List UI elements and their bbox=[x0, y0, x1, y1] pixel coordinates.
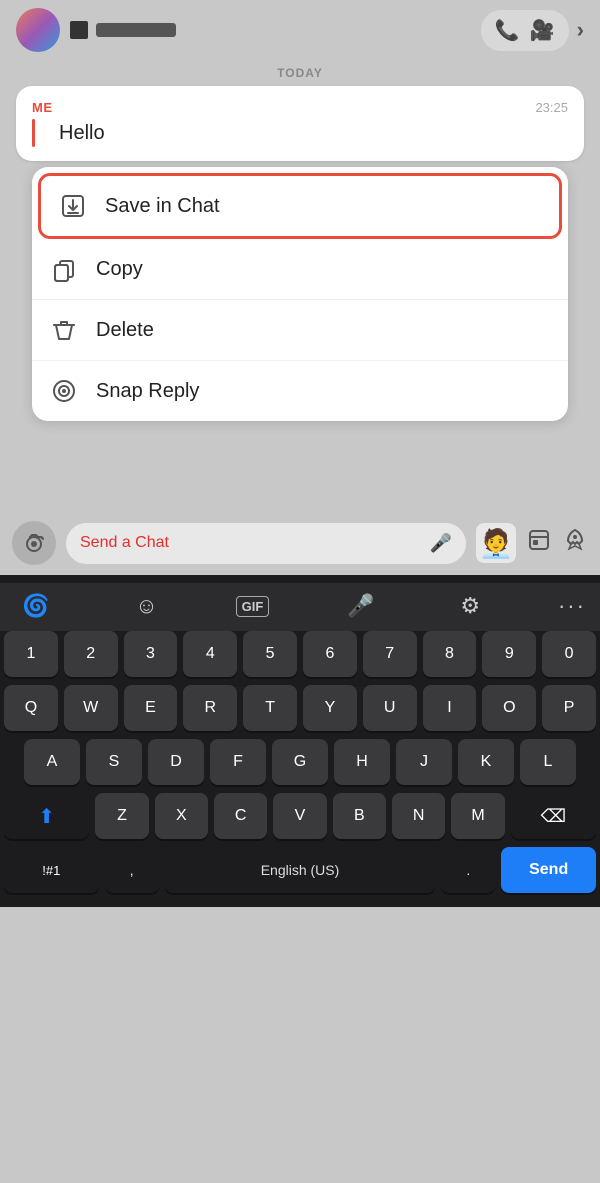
avatar[interactable] bbox=[16, 8, 60, 52]
key-x[interactable]: X bbox=[155, 793, 208, 839]
camera-button[interactable] bbox=[12, 521, 56, 565]
copy-label: Copy bbox=[96, 258, 143, 281]
name-block bbox=[70, 21, 176, 39]
zxcv-row: ⬆ Z X C V B N M ⌫ bbox=[4, 793, 596, 839]
message-text: Hello bbox=[47, 122, 105, 145]
emoji-sticker-icon[interactable]: 🌀 bbox=[14, 589, 57, 623]
key-a[interactable]: A bbox=[24, 739, 80, 785]
key-v[interactable]: V bbox=[273, 793, 326, 839]
mic-icon[interactable]: 🎤 bbox=[430, 533, 452, 554]
key-k[interactable]: K bbox=[458, 739, 514, 785]
message-text-wrapper: Hello bbox=[32, 119, 568, 147]
rocket-icon[interactable] bbox=[562, 527, 588, 559]
key-2[interactable]: 2 bbox=[64, 631, 118, 677]
save-in-chat-label: Save in Chat bbox=[105, 195, 220, 218]
name-bar bbox=[96, 23, 176, 37]
context-item-delete[interactable]: Delete bbox=[32, 300, 568, 361]
key-h[interactable]: H bbox=[334, 739, 390, 785]
key-m[interactable]: M bbox=[451, 793, 504, 839]
key-n[interactable]: N bbox=[392, 793, 445, 839]
key-0[interactable]: 0 bbox=[542, 631, 596, 677]
snap-reply-label: Snap Reply bbox=[96, 380, 199, 403]
red-bar-indicator bbox=[32, 119, 35, 147]
top-bar-right: 📞 🎥 › bbox=[481, 10, 584, 51]
delete-label: Delete bbox=[96, 319, 154, 342]
key-g[interactable]: G bbox=[272, 739, 328, 785]
chevron-right-icon[interactable]: › bbox=[577, 17, 584, 43]
top-bar-left bbox=[16, 8, 176, 52]
message-sender: ME bbox=[32, 100, 53, 115]
emoji-icon[interactable]: ☺ bbox=[127, 589, 165, 623]
context-item-save-in-chat[interactable]: Save in Chat bbox=[38, 173, 562, 239]
key-j[interactable]: J bbox=[396, 739, 452, 785]
delete-icon bbox=[50, 316, 78, 344]
snap-card-icon[interactable] bbox=[526, 527, 552, 559]
context-item-snap-reply[interactable]: Snap Reply bbox=[32, 361, 568, 421]
save-in-chat-icon bbox=[59, 192, 87, 220]
asdf-row: A S D F G H J K L bbox=[4, 739, 596, 785]
name-square bbox=[70, 21, 88, 39]
keyboard-toolbar: 🌀 ☺ GIF 🎤 ⚙ ··· bbox=[0, 583, 600, 631]
key-8[interactable]: 8 bbox=[423, 631, 477, 677]
key-3[interactable]: 3 bbox=[124, 631, 178, 677]
today-label: TODAY bbox=[0, 60, 600, 86]
copy-icon bbox=[50, 255, 78, 283]
context-menu: Save in Chat Copy Delete bbox=[32, 167, 568, 421]
key-9[interactable]: 9 bbox=[482, 631, 536, 677]
key-q[interactable]: Q bbox=[4, 685, 58, 731]
key-l[interactable]: L bbox=[520, 739, 576, 785]
key-y[interactable]: Y bbox=[303, 685, 357, 731]
snap-reply-icon bbox=[50, 377, 78, 405]
key-7[interactable]: 7 bbox=[363, 631, 417, 677]
key-w[interactable]: W bbox=[64, 685, 118, 731]
special-key[interactable]: !#1 bbox=[4, 847, 99, 893]
key-b[interactable]: B bbox=[333, 793, 386, 839]
key-i[interactable]: I bbox=[423, 685, 477, 731]
key-c[interactable]: C bbox=[214, 793, 267, 839]
key-6[interactable]: 6 bbox=[303, 631, 357, 677]
key-r[interactable]: R bbox=[183, 685, 237, 731]
key-f[interactable]: F bbox=[210, 739, 266, 785]
key-d[interactable]: D bbox=[148, 739, 204, 785]
send-key[interactable]: Send bbox=[501, 847, 596, 893]
call-video-pill: 📞 🎥 bbox=[481, 10, 569, 51]
chat-area: ME 23:25 Hello Save in Chat bbox=[0, 86, 600, 421]
key-1[interactable]: 1 bbox=[4, 631, 58, 677]
qwerty-row: Q W E R T Y U I O P bbox=[4, 685, 596, 731]
period-key[interactable]: . bbox=[441, 847, 495, 893]
key-s[interactable]: S bbox=[86, 739, 142, 785]
message-time: 23:25 bbox=[535, 100, 568, 115]
sticker-button[interactable]: 🧑‍💼 bbox=[476, 523, 516, 563]
message-bubble: ME 23:25 Hello bbox=[16, 86, 584, 161]
video-icon[interactable]: 🎥 bbox=[530, 18, 555, 43]
number-row: 1 2 3 4 5 6 7 8 9 0 bbox=[4, 631, 596, 677]
keyboard: 🌀 ☺ GIF 🎤 ⚙ ··· 1 2 3 4 5 6 7 8 9 0 Q W … bbox=[0, 575, 600, 907]
more-icon[interactable]: ··· bbox=[558, 593, 586, 619]
key-o[interactable]: O bbox=[482, 685, 536, 731]
chat-background-spacer bbox=[0, 421, 600, 511]
top-bar: 📞 🎥 › bbox=[0, 0, 600, 60]
key-z[interactable]: Z bbox=[95, 793, 148, 839]
key-5[interactable]: 5 bbox=[243, 631, 297, 677]
shift-key[interactable]: ⬆ bbox=[4, 793, 89, 839]
comma-key[interactable]: , bbox=[105, 847, 159, 893]
key-u[interactable]: U bbox=[363, 685, 417, 731]
key-t[interactable]: T bbox=[243, 685, 297, 731]
message-header: ME 23:25 bbox=[32, 100, 568, 115]
key-e[interactable]: E bbox=[124, 685, 178, 731]
context-item-copy[interactable]: Copy bbox=[32, 239, 568, 300]
key-p[interactable]: P bbox=[542, 685, 596, 731]
chat-input-bar: Send a Chat 🎤 🧑‍💼 bbox=[0, 511, 600, 575]
gif-button[interactable]: GIF bbox=[236, 596, 270, 617]
space-key[interactable]: English (US) bbox=[165, 847, 435, 893]
settings-icon[interactable]: ⚙ bbox=[452, 589, 488, 623]
key-4[interactable]: 4 bbox=[183, 631, 237, 677]
bottom-row: !#1 , English (US) . Send bbox=[4, 847, 596, 907]
mic-keyboard-icon[interactable]: 🎤 bbox=[339, 589, 382, 623]
chat-input-wrapper[interactable]: Send a Chat 🎤 bbox=[66, 523, 466, 564]
call-icon[interactable]: 📞 bbox=[495, 18, 520, 43]
backspace-key[interactable]: ⌫ bbox=[511, 793, 596, 839]
chat-input-placeholder: Send a Chat bbox=[80, 534, 422, 552]
